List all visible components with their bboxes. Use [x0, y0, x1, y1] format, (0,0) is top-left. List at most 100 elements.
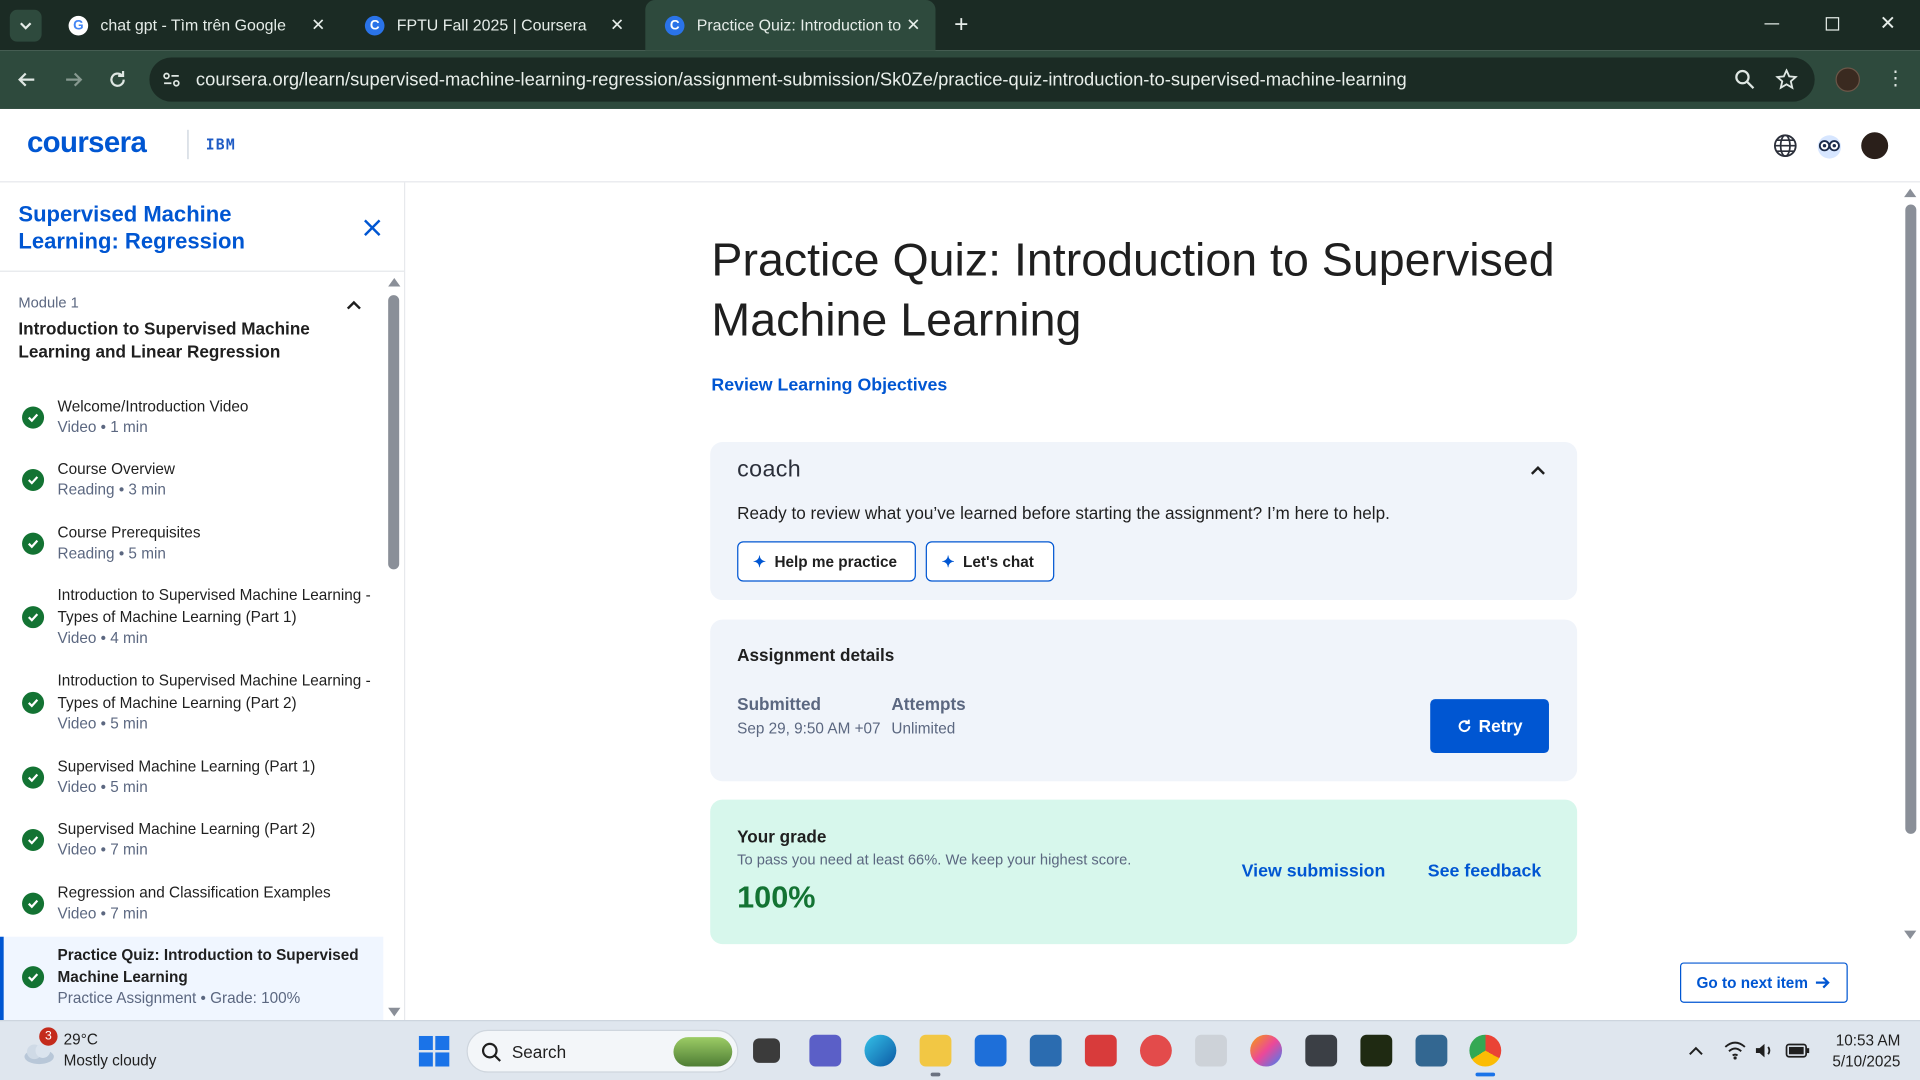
check-circle-icon	[22, 828, 45, 852]
chevron-down-icon	[20, 22, 32, 30]
new-tab-button[interactable]: +	[948, 12, 975, 39]
go-to-next-item-button[interactable]: Go to next item	[1680, 962, 1848, 1003]
sparkle-icon: ✦	[753, 553, 766, 571]
coursera-logo[interactable]: coursera	[27, 126, 147, 160]
app-red-icon[interactable]	[1140, 1034, 1172, 1067]
sidebar-item-regression-classification[interactable]: Regression and Classification Examples V…	[0, 874, 383, 935]
assignment-details-card: Assignment details Submitted Sep 29, 9:5…	[710, 619, 1578, 782]
chevron-up-icon[interactable]	[343, 295, 365, 317]
check-circle-icon	[22, 966, 45, 989]
browser-menu-icon[interactable]: ⋮	[1886, 67, 1906, 91]
sidebar-item-course-overview[interactable]: Course Overview Reading • 3 min	[0, 451, 383, 512]
item-title: Introduction to Supervised Machine Learn…	[57, 672, 371, 712]
profile-avatar[interactable]	[1835, 67, 1860, 92]
site-info-icon[interactable]	[162, 70, 182, 90]
sidebar-item-practice-quiz[interactable]: Practice Quiz: Introduction to Supervise…	[0, 936, 384, 1020]
tab-google-search[interactable]: G chat gpt - Tìm trên Google ✕	[49, 0, 340, 50]
minimize-icon[interactable]	[1764, 23, 1780, 25]
zoom-icon[interactable]	[1734, 69, 1756, 91]
chrome-icon[interactable]	[1469, 1034, 1502, 1067]
close-window-icon[interactable]: ✕	[1880, 11, 1896, 35]
bookmark-star-icon[interactable]	[1775, 68, 1798, 91]
sidebar-item-supervised-ml-part2[interactable]: Supervised Machine Learning (Part 2) Vid…	[0, 811, 383, 872]
globe-icon[interactable]	[1773, 133, 1797, 158]
reload-icon	[110, 71, 125, 87]
coach-owl-icon[interactable]	[1816, 132, 1843, 159]
scroll-thumb[interactable]	[1905, 204, 1917, 834]
weather-widget[interactable]: 3 29°C Mostly cloudy	[22, 1027, 181, 1073]
sidebar-item-types-ml-part1[interactable]: Introduction to Supervised Machine Learn…	[0, 577, 383, 660]
nvidia-icon[interactable]	[1360, 1034, 1393, 1067]
scroll-thumb[interactable]	[388, 295, 400, 570]
tab-fptu-coursera[interactable]: C FPTU Fall 2025 | Coursera ✕	[345, 0, 639, 50]
font-app-icon[interactable]	[1195, 1034, 1227, 1067]
tab-title: chat gpt - Tìm trên Google	[100, 15, 286, 35]
teams-icon[interactable]	[809, 1034, 842, 1067]
scroll-down-arrow[interactable]	[1904, 930, 1917, 940]
check-circle-icon	[22, 691, 45, 714]
sidebar-item-supervised-ml-part1[interactable]: Supervised Machine Learning (Part 1) Vid…	[0, 748, 383, 809]
copilot-icon[interactable]	[1250, 1034, 1283, 1067]
edge-icon[interactable]	[864, 1034, 897, 1067]
restore-icon[interactable]	[1825, 17, 1840, 31]
calendar-app-icon[interactable]	[1084, 1034, 1117, 1067]
chevron-up-icon[interactable]	[1528, 462, 1548, 482]
page-scrollbar[interactable]	[1901, 182, 1920, 1020]
close-tab-icon[interactable]: ✕	[605, 13, 629, 37]
item-meta: Video • 1 min	[57, 418, 148, 436]
postgresql-icon[interactable]	[1415, 1034, 1448, 1067]
close-sidebar-icon[interactable]	[360, 216, 384, 240]
battery-icon[interactable]	[1785, 1042, 1810, 1059]
clock-time: 10:53 AM	[1835, 1032, 1901, 1050]
see-feedback-link[interactable]: See feedback	[1428, 862, 1542, 882]
sidebar-item-course-prerequisites[interactable]: Course Prerequisites Reading • 5 min	[0, 514, 383, 575]
coursera-icon: C	[664, 15, 685, 35]
grade-requirement: To pass you need at least 66%. We keep y…	[737, 851, 1132, 869]
close-tab-icon[interactable]: ✕	[901, 13, 925, 37]
taskbar-search[interactable]: Search	[466, 1029, 739, 1073]
view-submission-link[interactable]: View submission	[1242, 862, 1386, 882]
sidebar-item-welcome-video[interactable]: Welcome/Introduction Video Video • 1 min	[0, 388, 383, 449]
chevron-up-icon[interactable]	[1687, 1043, 1704, 1060]
item-title: Course Prerequisites	[57, 524, 201, 542]
tab-search-button[interactable]	[9, 9, 42, 42]
site-header: coursera IBM	[0, 108, 1920, 183]
check-circle-icon	[22, 532, 45, 555]
user-avatar[interactable]	[1861, 132, 1889, 160]
scroll-up-arrow[interactable]	[388, 277, 401, 287]
task-view-icon[interactable]	[753, 1038, 780, 1063]
microsoft-store-icon[interactable]	[974, 1034, 1007, 1067]
retry-button[interactable]: Retry	[1430, 699, 1549, 754]
assignment-details-heading: Assignment details	[737, 645, 895, 665]
logo-divider	[187, 129, 189, 160]
page-title: Practice Quiz: Introduction to Supervise…	[711, 235, 1555, 347]
coach-logo: coach	[737, 456, 802, 483]
back-button[interactable]	[12, 65, 41, 94]
file-explorer-icon[interactable]	[919, 1034, 952, 1067]
url-text: coursera.org/learn/supervised-machine-le…	[195, 69, 1407, 90]
sidebar-scrollbar[interactable]	[387, 277, 402, 1018]
lets-chat-button[interactable]: ✦ Let's chat	[925, 541, 1055, 582]
fan-app-icon[interactable]	[1305, 1034, 1338, 1067]
scroll-down-arrow[interactable]	[388, 1007, 401, 1017]
system-clock[interactable]: 10:53 AM 5/10/2025	[1815, 1031, 1901, 1073]
main-content: Practice Quiz: Introduction to Supervise…	[405, 182, 1902, 1020]
reload-button[interactable]	[103, 65, 132, 94]
scroll-up-arrow[interactable]	[1904, 188, 1917, 198]
wifi-icon[interactable]	[1724, 1041, 1746, 1061]
close-tab-icon[interactable]: ✕	[306, 13, 330, 37]
weather-temperature: 29°C	[63, 1031, 98, 1049]
item-meta: Video • 7 min	[57, 904, 148, 923]
arrow-right-icon	[66, 72, 83, 87]
review-learning-objectives-link[interactable]: Review Learning Objectives	[711, 376, 947, 396]
help-me-practice-button[interactable]: ✦ Help me practice	[737, 541, 916, 582]
volume-icon[interactable]	[1753, 1041, 1775, 1061]
course-title[interactable]: Supervised Machine Learning: Regression	[18, 201, 336, 255]
sidebar-item-types-ml-part2[interactable]: Introduction to Supervised Machine Learn…	[0, 662, 383, 745]
forward-button[interactable]	[59, 65, 88, 94]
photos-icon[interactable]	[1029, 1034, 1062, 1067]
tab-practice-quiz[interactable]: C Practice Quiz: Introduction to Supervi…	[645, 0, 936, 51]
address-bar[interactable]: coursera.org/learn/supervised-machine-le…	[149, 57, 1815, 102]
start-button[interactable]	[418, 1035, 450, 1067]
module-title: Introduction to Supervised Machine Learn…	[18, 318, 310, 362]
